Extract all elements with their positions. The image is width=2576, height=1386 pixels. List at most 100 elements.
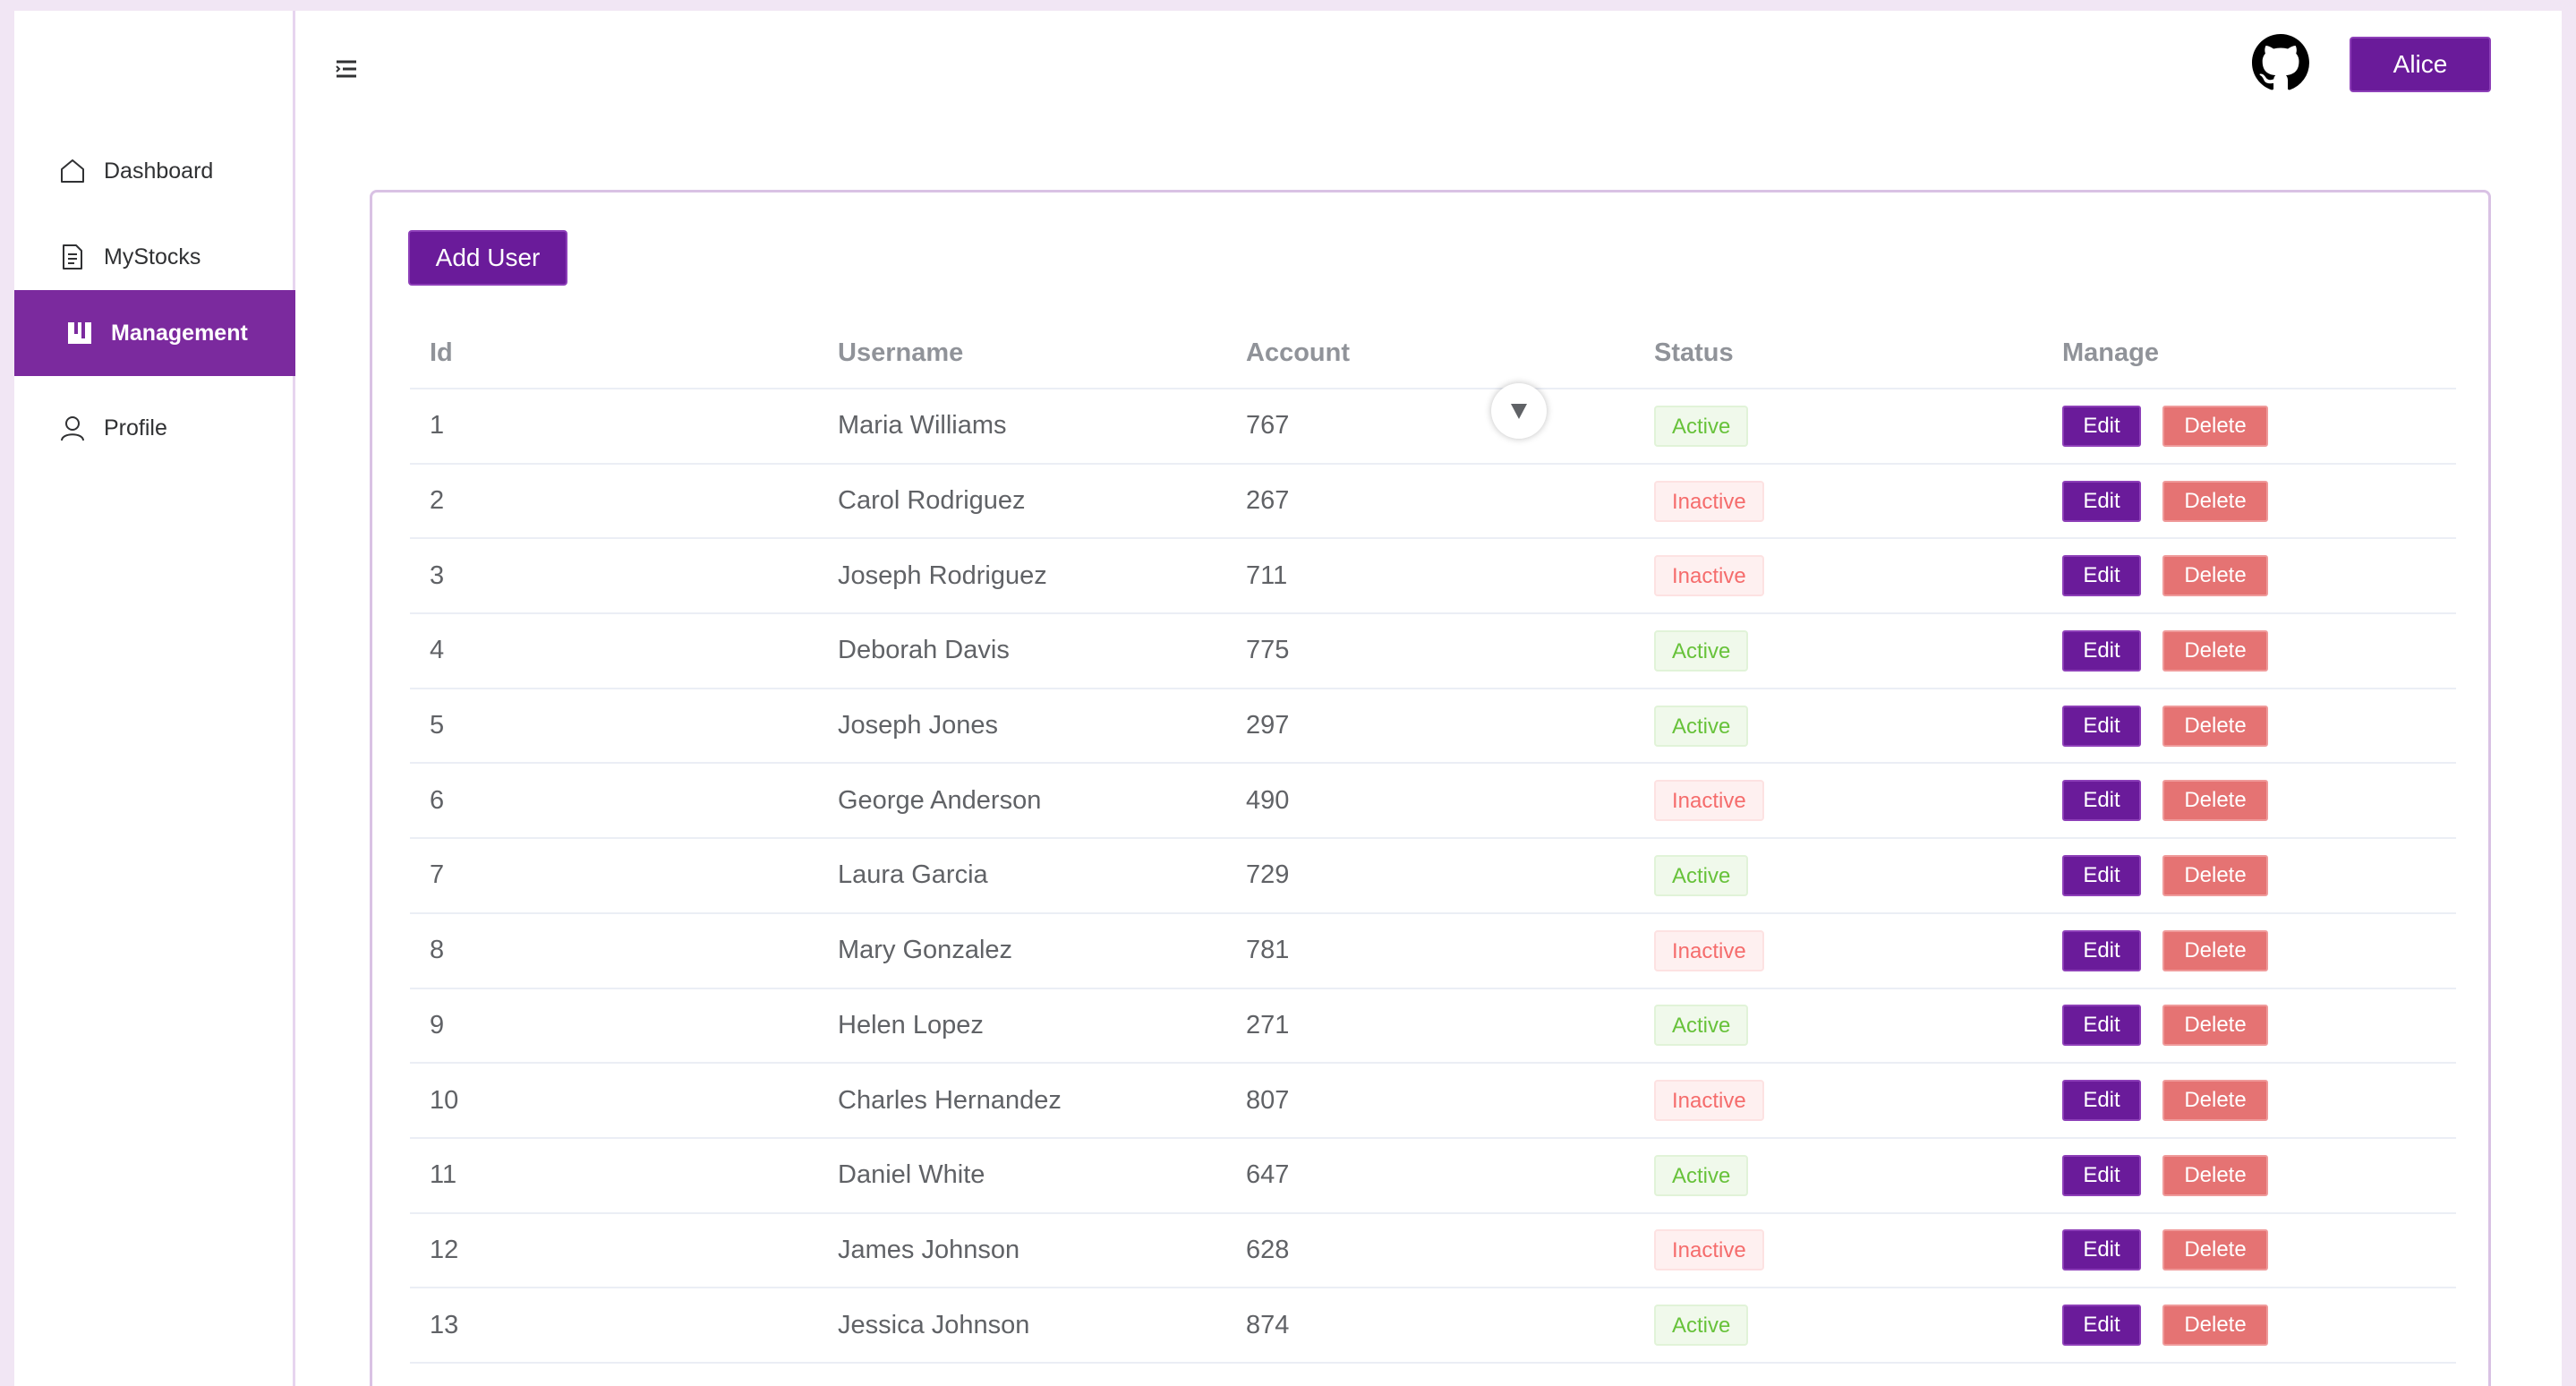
chevron-down-icon[interactable] bbox=[1491, 383, 1547, 439]
table-row: 3 Joseph Rodriguez 711 Inactive Edit Delete bbox=[410, 539, 2456, 615]
delete-button[interactable]: Delete bbox=[2162, 705, 2268, 747]
table-row: 13 Jessica Johnson 874 Active Edit Delete bbox=[410, 1288, 2456, 1364]
cell-username: Helen Lopez bbox=[838, 1010, 984, 1040]
status-badge: Active bbox=[1654, 405, 1749, 447]
menu-fold-icon[interactable] bbox=[333, 56, 360, 82]
cell-status: Active bbox=[1654, 1139, 1749, 1212]
edit-button[interactable]: Edit bbox=[2062, 705, 2141, 747]
column-header-manage: Manage bbox=[2062, 338, 2159, 367]
cell-account: 767 bbox=[1246, 411, 1290, 441]
cell-username: Joseph Rodriguez bbox=[838, 560, 1047, 590]
sidebar-item-mystocks[interactable]: MyStocks bbox=[14, 214, 295, 300]
cell-manage: Edit Delete bbox=[2062, 1288, 2268, 1362]
edit-button[interactable]: Edit bbox=[2062, 854, 2141, 896]
delete-button[interactable]: Delete bbox=[2162, 854, 2268, 896]
sidebar-item-label: Profile bbox=[104, 415, 167, 441]
edit-button[interactable]: Edit bbox=[2062, 1005, 2141, 1047]
cell-account: 874 bbox=[1246, 1310, 1290, 1339]
cell-status: Inactive bbox=[1654, 1064, 1764, 1137]
document-icon bbox=[57, 242, 88, 272]
status-badge: Active bbox=[1654, 1154, 1749, 1196]
users-table: Id Username Account Status Manage 1 Maria… bbox=[410, 318, 2456, 1364]
status-badge: Active bbox=[1654, 854, 1749, 896]
cell-manage: Edit Delete bbox=[2062, 689, 2268, 763]
delete-button[interactable]: Delete bbox=[2162, 929, 2268, 971]
column-header-username: Username bbox=[838, 338, 964, 367]
sidebar-item-management[interactable]: Management bbox=[14, 290, 295, 376]
delete-button[interactable]: Delete bbox=[2162, 555, 2268, 597]
user-menu-button[interactable]: Alice bbox=[2350, 37, 2491, 92]
cell-account: 647 bbox=[1246, 1160, 1290, 1190]
user-management-card: Add User Id Username Account Status Mana… bbox=[370, 190, 2491, 1386]
cell-username: Carol Rodriguez bbox=[838, 486, 1026, 516]
status-badge: Inactive bbox=[1654, 555, 1764, 597]
cell-status: Inactive bbox=[1654, 1214, 1764, 1288]
cell-account: 775 bbox=[1246, 636, 1290, 665]
edit-button[interactable]: Edit bbox=[2062, 629, 2141, 672]
delete-button[interactable]: Delete bbox=[2162, 480, 2268, 522]
main-area: Alice Add User Id Username Account Statu… bbox=[295, 11, 2562, 1386]
sidebar-item-profile[interactable]: Profile bbox=[14, 385, 295, 471]
cell-username: Mary Gonzalez bbox=[838, 936, 1013, 965]
delete-button[interactable]: Delete bbox=[2162, 1005, 2268, 1047]
add-user-button[interactable]: Add User bbox=[408, 230, 567, 286]
edit-button[interactable]: Edit bbox=[2062, 1229, 2141, 1271]
cell-status: Inactive bbox=[1654, 539, 1764, 612]
cell-manage: Edit Delete bbox=[2062, 539, 2268, 612]
status-badge: Active bbox=[1654, 629, 1749, 672]
edit-button[interactable]: Edit bbox=[2062, 555, 2141, 597]
table-row: 6 George Anderson 490 Inactive Edit Delete bbox=[410, 764, 2456, 840]
cell-account: 271 bbox=[1246, 1010, 1290, 1040]
column-header-id: Id bbox=[430, 338, 453, 367]
delete-button[interactable]: Delete bbox=[2162, 629, 2268, 672]
cell-status: Inactive bbox=[1654, 764, 1764, 837]
cell-id: 12 bbox=[430, 1235, 459, 1264]
status-badge: Active bbox=[1654, 705, 1749, 747]
column-header-account: Account bbox=[1246, 338, 1350, 367]
table-row: 9 Helen Lopez 271 Active Edit Delete bbox=[410, 989, 2456, 1065]
user-icon bbox=[57, 413, 88, 443]
cell-id: 6 bbox=[430, 785, 445, 815]
cell-account: 267 bbox=[1246, 486, 1290, 516]
cell-status: Active bbox=[1654, 389, 1749, 463]
table-row: 1 Maria Williams 767 Active Edit Delete bbox=[410, 389, 2456, 465]
delete-button[interactable]: Delete bbox=[2162, 780, 2268, 822]
table-row: 7 Laura Garcia 729 Active Edit Delete bbox=[410, 839, 2456, 914]
cell-username: Joseph Jones bbox=[838, 711, 998, 740]
cell-status: Inactive bbox=[1654, 465, 1764, 538]
cell-status: Active bbox=[1654, 614, 1749, 688]
table-header: Id Username Account Status Manage bbox=[410, 318, 2456, 389]
edit-button[interactable]: Edit bbox=[2062, 405, 2141, 447]
cell-username: Jessica Johnson bbox=[838, 1310, 1030, 1339]
delete-button[interactable]: Delete bbox=[2162, 1229, 2268, 1271]
table-row: 12 James Johnson 628 Inactive Edit Delete bbox=[410, 1214, 2456, 1289]
status-badge: Inactive bbox=[1654, 1229, 1764, 1271]
table-row: 11 Daniel White 647 Active Edit Delete bbox=[410, 1139, 2456, 1214]
status-badge: Inactive bbox=[1654, 780, 1764, 822]
edit-button[interactable]: Edit bbox=[2062, 1305, 2141, 1347]
edit-button[interactable]: Edit bbox=[2062, 1154, 2141, 1196]
edit-button[interactable]: Edit bbox=[2062, 480, 2141, 522]
cell-manage: Edit Delete bbox=[2062, 465, 2268, 538]
table-row: 8 Mary Gonzalez 781 Inactive Edit Delete bbox=[410, 914, 2456, 989]
delete-button[interactable]: Delete bbox=[2162, 1154, 2268, 1196]
cell-id: 5 bbox=[430, 711, 445, 740]
cell-manage: Edit Delete bbox=[2062, 839, 2268, 912]
cell-account: 297 bbox=[1246, 711, 1290, 740]
cell-id: 10 bbox=[430, 1085, 459, 1115]
delete-button[interactable]: Delete bbox=[2162, 1080, 2268, 1122]
edit-button[interactable]: Edit bbox=[2062, 780, 2141, 822]
sidebar-item-dashboard[interactable]: Dashboard bbox=[14, 128, 295, 214]
cell-account: 711 bbox=[1246, 560, 1288, 590]
edit-button[interactable]: Edit bbox=[2062, 929, 2141, 971]
github-icon[interactable] bbox=[2252, 34, 2309, 91]
sidebar-item-label: Dashboard bbox=[104, 158, 214, 184]
delete-button[interactable]: Delete bbox=[2162, 1305, 2268, 1347]
management-icon bbox=[64, 318, 95, 348]
cell-status: Active bbox=[1654, 689, 1749, 763]
status-badge: Active bbox=[1654, 1005, 1749, 1047]
cell-status: Active bbox=[1654, 839, 1749, 912]
edit-button[interactable]: Edit bbox=[2062, 1080, 2141, 1122]
delete-button[interactable]: Delete bbox=[2162, 405, 2268, 447]
table-row: 10 Charles Hernandez 807 Inactive Edit Delete bbox=[410, 1064, 2456, 1139]
